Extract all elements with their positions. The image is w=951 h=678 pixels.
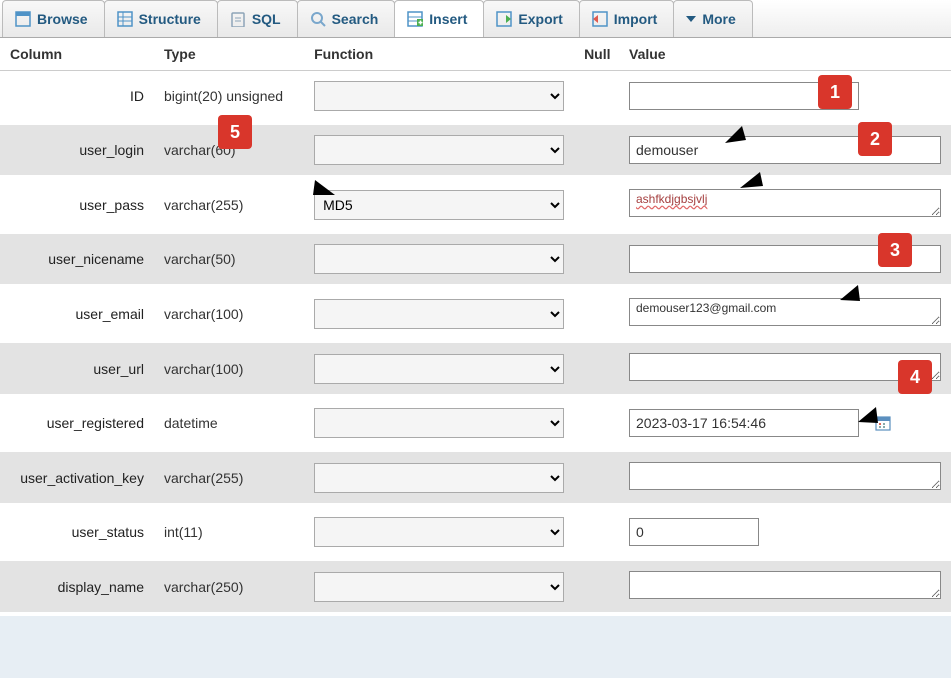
col-type-user-registered: datetime: [154, 396, 304, 450]
tab-import[interactable]: Import: [579, 0, 675, 37]
col-name-user-url: user_url: [0, 341, 154, 396]
row-id: ID bigint(20) unsigned: [0, 71, 951, 124]
th-column: Column: [0, 38, 154, 71]
func-select-user-pass[interactable]: MD5: [314, 190, 564, 220]
search-icon: [310, 11, 326, 27]
col-name-user-login: user_login: [0, 123, 154, 177]
th-function: Function: [304, 38, 574, 71]
col-name-user-nicename: user_nicename: [0, 232, 154, 286]
import-icon: [592, 11, 608, 27]
tab-sql[interactable]: SQL: [217, 0, 298, 37]
th-value: Value: [619, 38, 951, 71]
row-user-url: user_url varchar(100): [0, 341, 951, 396]
tab-browse[interactable]: Browse: [2, 0, 105, 37]
col-type-user-nicename: varchar(50): [154, 232, 304, 286]
func-select-user-status[interactable]: [314, 517, 564, 547]
th-null: Null: [574, 38, 619, 71]
row-display-name: display_name varchar(250): [0, 559, 951, 614]
col-type-user-pass: varchar(255): [154, 177, 304, 232]
col-type-display-name: varchar(250): [154, 559, 304, 614]
tab-more-label: More: [702, 11, 735, 27]
col-type-user-status: int(11): [154, 505, 304, 559]
tab-export[interactable]: Export: [483, 0, 579, 37]
footer-strip: [0, 616, 951, 678]
tab-insert[interactable]: Insert: [394, 0, 484, 37]
value-textarea-user-email[interactable]: demouser123@gmail.com: [629, 298, 941, 326]
func-select-user-activation-key[interactable]: [314, 463, 564, 493]
func-select-id[interactable]: [314, 81, 564, 111]
func-select-user-url[interactable]: [314, 354, 564, 384]
tab-export-label: Export: [518, 11, 562, 27]
func-select-user-email[interactable]: [314, 299, 564, 329]
row-user-login: user_login varchar(60): [0, 123, 951, 177]
tab-structure[interactable]: Structure: [104, 0, 218, 37]
row-user-activation-key: user_activation_key varchar(255): [0, 450, 951, 505]
col-name-display-name: display_name: [0, 559, 154, 614]
col-name-user-status: user_status: [0, 505, 154, 559]
func-select-user-login[interactable]: [314, 135, 564, 165]
tab-insert-label: Insert: [429, 11, 467, 27]
row-user-pass: user_pass varchar(255) MD5 ashfkdjgbsjvl…: [0, 177, 951, 232]
col-type-user-email: varchar(100): [154, 286, 304, 341]
func-select-user-registered[interactable]: [314, 408, 564, 438]
col-name-id: ID: [0, 71, 154, 124]
tab-structure-label: Structure: [139, 11, 201, 27]
col-name-user-registered: user_registered: [0, 396, 154, 450]
col-type-id: bigint(20) unsigned: [154, 71, 304, 124]
calendar-icon[interactable]: [875, 415, 891, 434]
col-name-user-activation-key: user_activation_key: [0, 450, 154, 505]
tab-more[interactable]: More: [673, 0, 752, 37]
func-select-user-nicename[interactable]: [314, 244, 564, 274]
sql-icon: [230, 11, 246, 27]
row-user-email: user_email varchar(100) demouser123@gmai…: [0, 286, 951, 341]
value-input-user-registered[interactable]: [629, 409, 859, 437]
value-input-user-status[interactable]: [629, 518, 759, 546]
row-user-status: user_status int(11): [0, 505, 951, 559]
export-icon: [496, 11, 512, 27]
value-textarea-user-url[interactable]: [629, 353, 941, 381]
insert-icon: [407, 11, 423, 27]
value-input-user-nicename[interactable]: [629, 245, 941, 273]
th-type: Type: [154, 38, 304, 71]
top-tabs: Browse Structure SQL Search Insert Expor…: [0, 0, 951, 38]
value-textarea-display-name[interactable]: [629, 571, 941, 599]
tab-import-label: Import: [614, 11, 658, 27]
col-type-user-activation-key: varchar(255): [154, 450, 304, 505]
value-textarea-user-pass[interactable]: ashfkdjgbsjvlj: [629, 189, 941, 217]
col-name-user-pass: user_pass: [0, 177, 154, 232]
tab-browse-label: Browse: [37, 11, 88, 27]
func-select-display-name[interactable]: [314, 572, 564, 602]
col-name-user-email: user_email: [0, 286, 154, 341]
col-type-user-url: varchar(100): [154, 341, 304, 396]
value-input-user-login[interactable]: [629, 136, 941, 164]
row-user-registered: user_registered datetime: [0, 396, 951, 450]
row-user-nicename: user_nicename varchar(50): [0, 232, 951, 286]
col-type-user-login: varchar(60): [154, 123, 304, 177]
tab-sql-label: SQL: [252, 11, 281, 27]
structure-icon: [117, 11, 133, 27]
chevron-down-icon: [686, 16, 696, 22]
insert-table: Column Type Function Null Value ID bigin…: [0, 38, 951, 616]
tab-search[interactable]: Search: [297, 0, 396, 37]
tab-search-label: Search: [332, 11, 379, 27]
browse-icon: [15, 11, 31, 27]
value-input-id[interactable]: [629, 82, 859, 110]
value-textarea-user-activation-key[interactable]: [629, 462, 941, 490]
